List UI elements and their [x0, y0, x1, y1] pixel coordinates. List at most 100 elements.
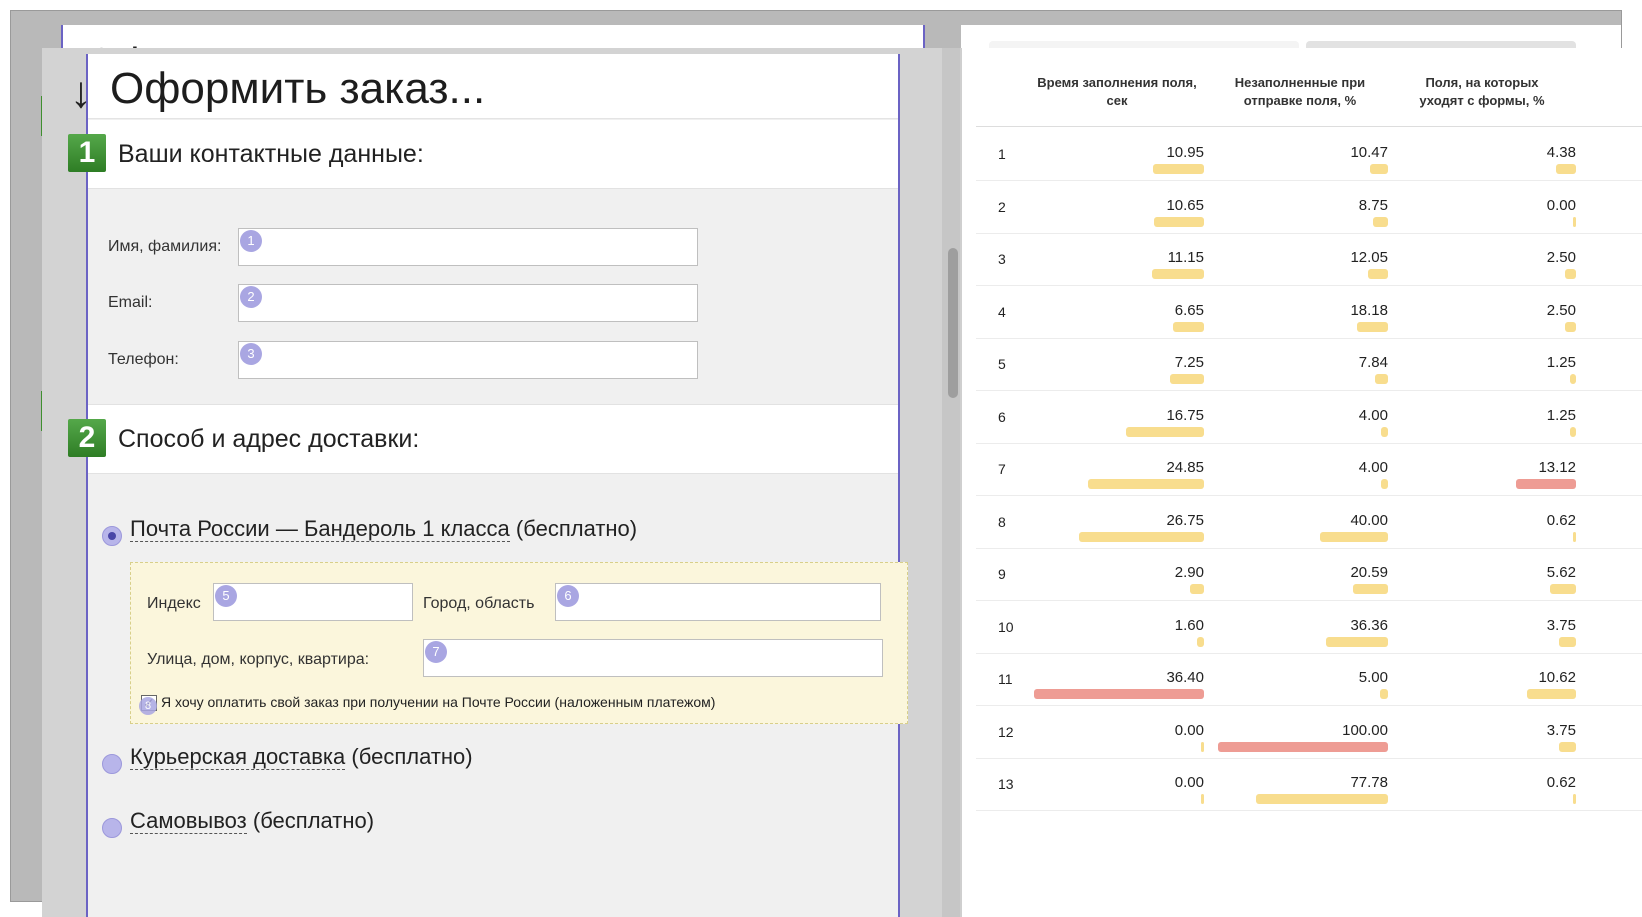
leave-bar	[1558, 636, 1576, 647]
empty-value: 4.00	[1358, 406, 1388, 424]
empty-value: 5.00	[1358, 669, 1388, 686]
field-number-badge: 2	[240, 286, 262, 308]
cod-label: Я хочу оплатить свой заказ при получении…	[161, 694, 716, 710]
option-pickup[interactable]: Самовывоз (бесплатно)	[130, 808, 374, 834]
email-field[interactable]	[238, 284, 698, 322]
step-badge: 2	[68, 419, 106, 457]
page-title: Оформить заказ...	[110, 64, 486, 113]
option-suffix: (бесплатно)	[515, 516, 638, 541]
time-value: 24.85	[1166, 459, 1204, 476]
empty-value: 40.00	[1350, 511, 1388, 529]
street-field[interactable]	[423, 639, 883, 677]
table-row: 6 16.75 4.00 1.25	[976, 391, 1642, 444]
empty-bar	[1357, 321, 1388, 332]
index-field[interactable]	[213, 583, 413, 621]
empty-value: 7.84	[1358, 354, 1388, 371]
leave-value: 5.62	[1546, 564, 1576, 581]
empty-value: 10.47	[1350, 144, 1388, 161]
option-link[interactable]: Курьерская доставка	[130, 744, 346, 770]
empty-bar	[1381, 479, 1388, 489]
row-number: 7	[998, 461, 1006, 477]
field-number-badge: 7	[425, 641, 447, 663]
section-delivery-header: 2 Способ и адрес доставки:	[68, 404, 898, 474]
table-row: 12 0.00 100.00 3.75	[976, 706, 1642, 759]
time-bar	[1190, 584, 1204, 594]
option-suffix: (бесплатно)	[252, 808, 375, 833]
time-bar	[1034, 689, 1204, 699]
header-fill-time: Время заполнения поля, сек	[1037, 75, 1197, 108]
empty-value: 8.75	[1358, 196, 1388, 214]
field-number-badge: 1	[240, 230, 262, 252]
leave-bar	[1564, 321, 1576, 332]
section-title: Ваши контактные данные:	[118, 140, 424, 168]
empty-value: 18.18	[1350, 301, 1388, 319]
empty-value: 4.00	[1358, 459, 1388, 476]
time-bar	[1201, 794, 1204, 804]
field-number-badge: 8	[139, 697, 157, 715]
row-number: 13	[998, 776, 1014, 792]
option-link[interactable]: Самовывоз	[130, 808, 247, 834]
time-bar	[1201, 741, 1204, 752]
time-value: 7.25	[1174, 354, 1204, 371]
time-bar	[1152, 164, 1204, 174]
section-title: Способ и адрес доставки:	[118, 425, 420, 453]
empty-bar	[1367, 269, 1388, 279]
table-row: 3 11.15 12.05 2.50	[976, 233, 1642, 286]
phone-label: Телефон:	[108, 351, 179, 368]
option-courier[interactable]: Курьерская доставка (бесплатно)	[130, 744, 473, 770]
foreground-window: ↓ Оформить заказ... 1 Ваши контактные да…	[42, 48, 1642, 917]
leave-value: 1.25	[1546, 406, 1576, 424]
row-number: 8	[998, 513, 1006, 530]
leave-value: 3.75	[1546, 721, 1576, 739]
leave-value: 0.62	[1546, 511, 1576, 529]
leave-bar	[1555, 164, 1576, 174]
order-form: ↓ Оформить заказ... 1 Ваши контактные да…	[68, 54, 908, 917]
radio-post-russia[interactable]	[102, 526, 122, 546]
time-bar	[1079, 531, 1204, 542]
table-row: 5 7.25 7.84 1.25	[976, 338, 1642, 391]
phone-field[interactable]	[238, 341, 698, 379]
leave-value: 0.00	[1546, 196, 1576, 214]
leave-bar	[1527, 689, 1576, 699]
table-row: 4 6.65 18.18 2.50	[976, 286, 1642, 339]
option-link[interactable]: Почта России — Бандероль 1 класса	[130, 516, 510, 542]
leave-bar	[1573, 531, 1576, 542]
empty-bar	[1352, 584, 1388, 594]
section-contacts-header: 1 Ваши контактные данные:	[68, 120, 898, 189]
row-number: 1	[998, 146, 1006, 162]
city-field[interactable]	[555, 583, 881, 621]
time-value: 0.00	[1174, 721, 1204, 739]
row-number: 10	[998, 618, 1014, 635]
leave-value: 0.62	[1546, 774, 1576, 791]
leave-value: 13.12	[1538, 459, 1576, 476]
header-empty-fields: Незаполненные при отправке поля, %	[1234, 75, 1366, 108]
table-row: 1 10.95 10.47 4.38	[976, 128, 1642, 181]
time-value: 36.40	[1166, 669, 1204, 686]
leave-bar	[1550, 584, 1576, 594]
field-number-badge: 5	[215, 585, 237, 607]
leave-bar	[1570, 374, 1576, 384]
time-bar	[1172, 321, 1204, 332]
field-number-badge: 3	[240, 343, 262, 365]
time-value: 0.00	[1174, 774, 1204, 791]
radio-pickup[interactable]	[102, 818, 122, 838]
down-arrow-icon: ↓	[70, 68, 92, 117]
email-label: Email:	[108, 294, 153, 311]
leave-value: 1.25	[1546, 354, 1576, 371]
time-bar	[1087, 479, 1204, 489]
name-field[interactable]	[238, 228, 698, 266]
empty-bar	[1373, 216, 1388, 227]
scroll-thumb[interactable]	[948, 248, 958, 398]
radio-courier[interactable]	[102, 754, 122, 774]
leave-value: 2.50	[1546, 301, 1576, 319]
time-value: 11.15	[1167, 249, 1204, 266]
index-label: Индекс	[147, 595, 201, 612]
time-value: 10.65	[1166, 196, 1204, 214]
form-title-row: ↓ Оформить заказ...	[70, 54, 898, 119]
empty-value: 77.78	[1350, 774, 1388, 791]
empty-bar	[1379, 689, 1388, 699]
option-post-russia[interactable]: Почта России — Бандероль 1 класса (беспл…	[130, 516, 637, 542]
empty-bar	[1218, 741, 1388, 752]
time-bar	[1154, 216, 1204, 227]
header-divider	[976, 126, 1642, 127]
